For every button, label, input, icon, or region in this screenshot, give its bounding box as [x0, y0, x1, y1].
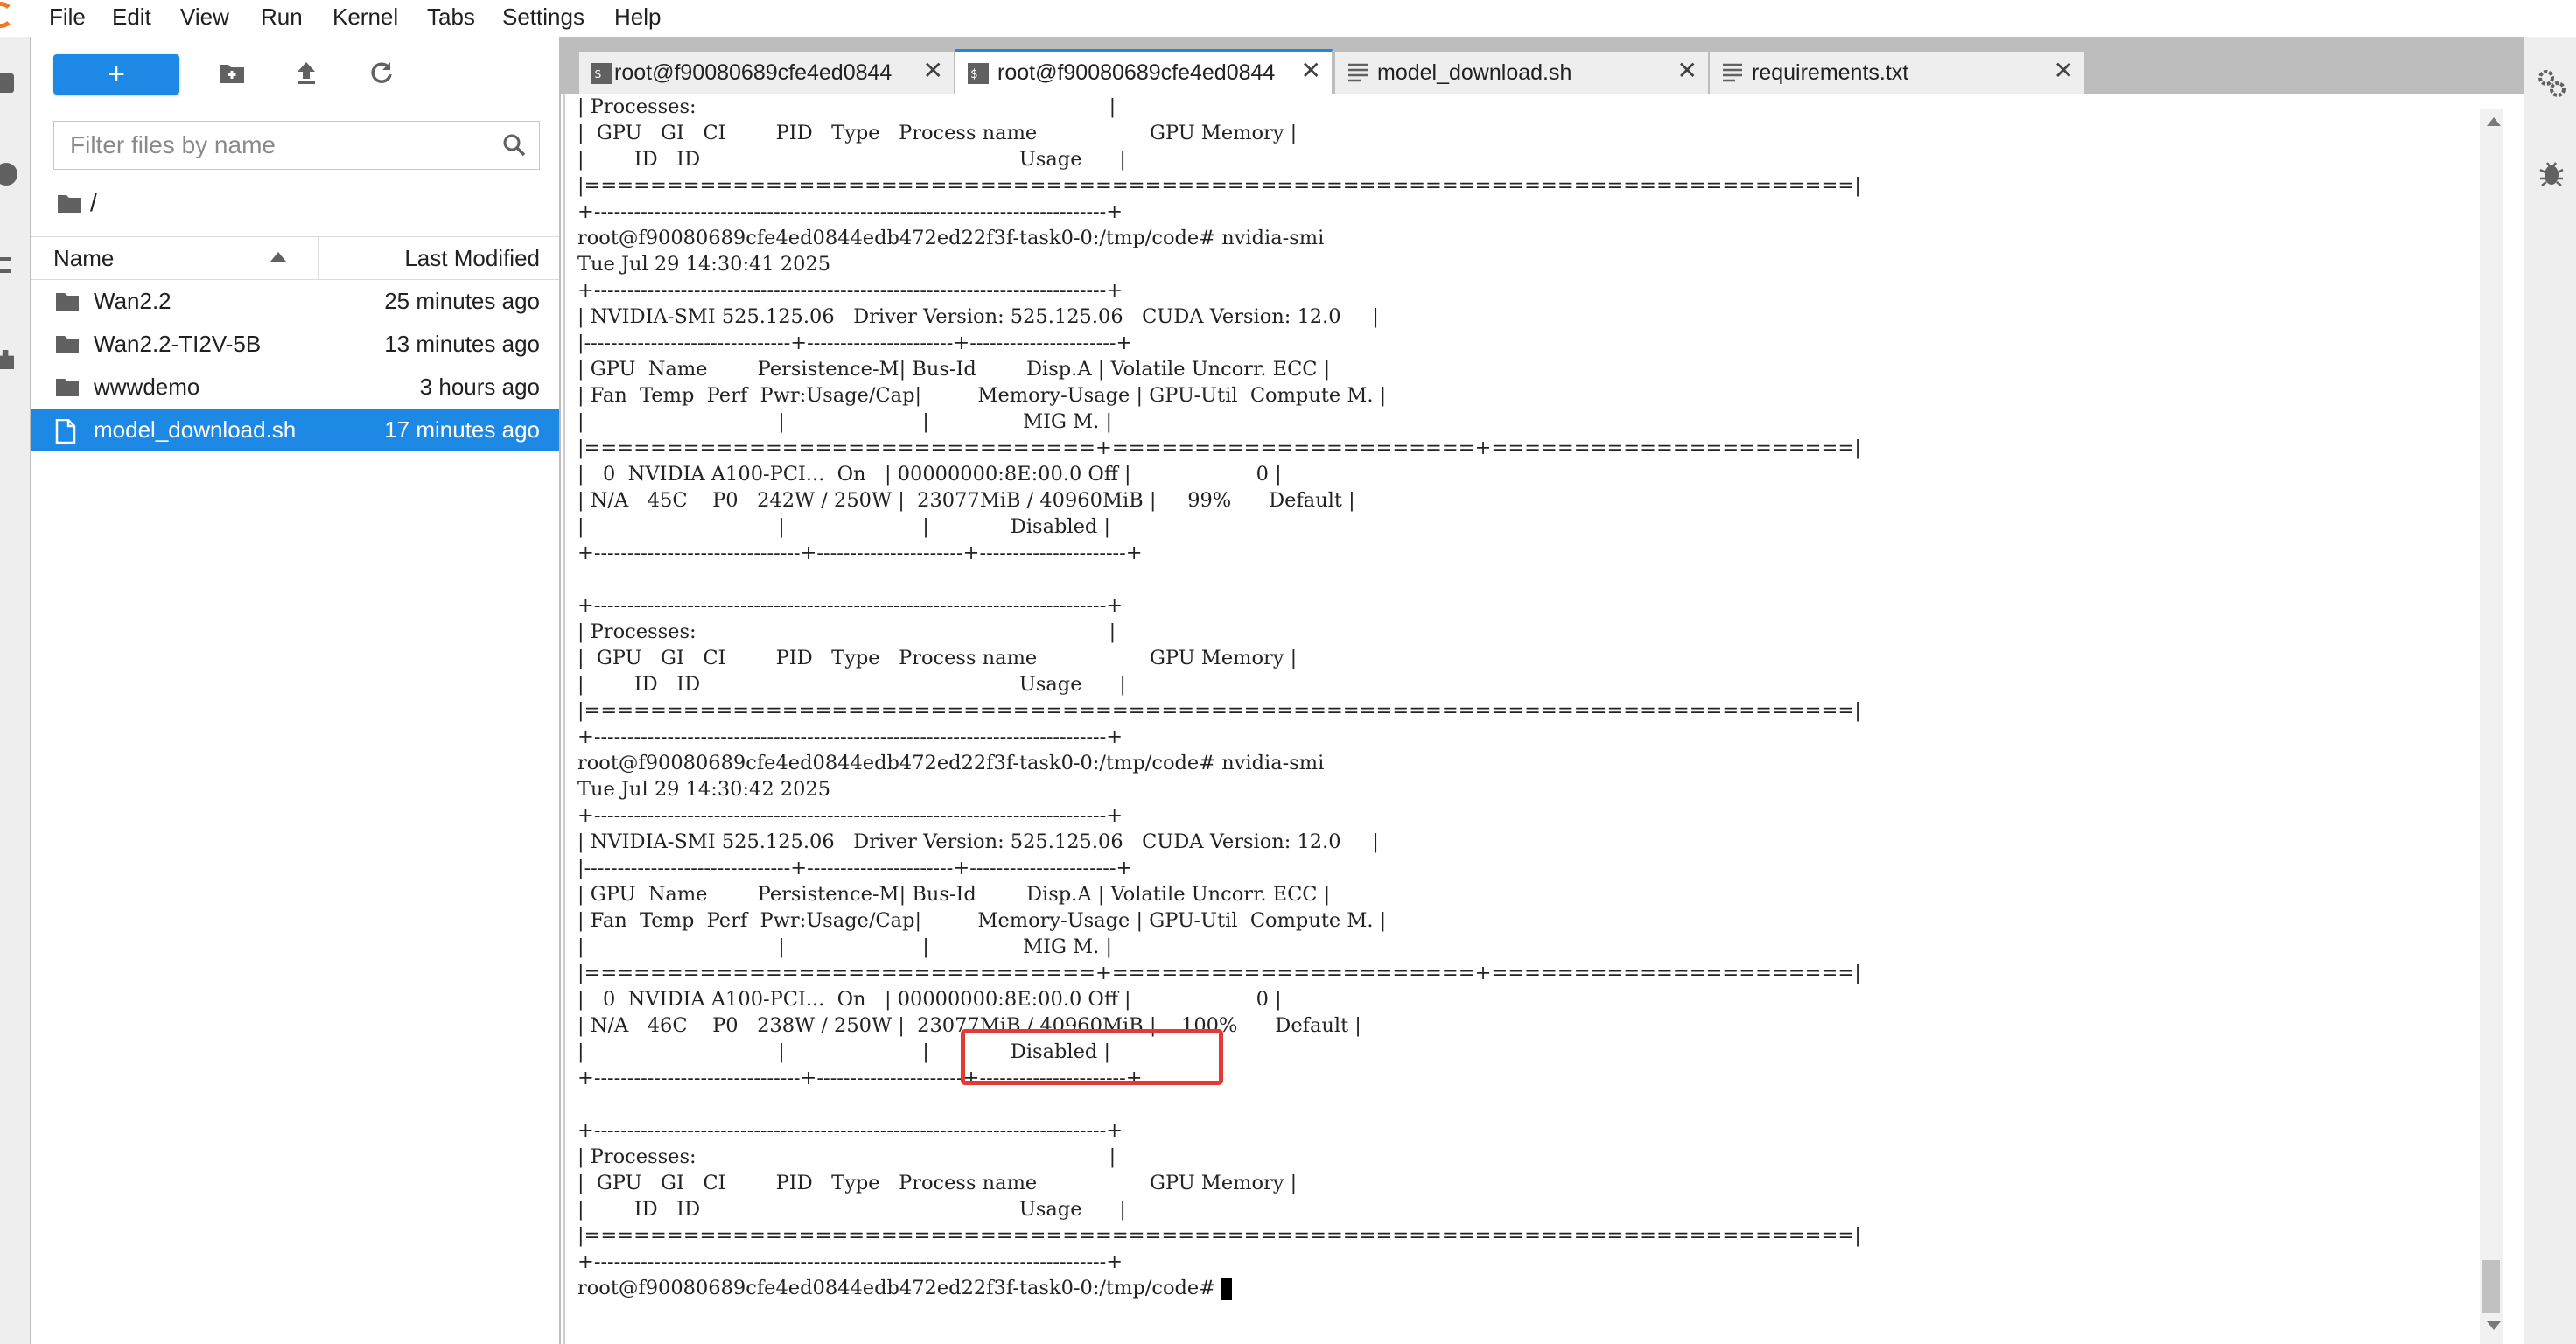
- tab-label: root@f90080689cfe4ed0844: [998, 60, 1276, 85]
- table-of-contents-icon[interactable]: [0, 257, 10, 273]
- scroll-up-arrow-icon[interactable]: [2487, 117, 2501, 126]
- close-tab-icon[interactable]: ✕: [923, 59, 943, 83]
- menu-help[interactable]: Help: [614, 4, 661, 31]
- file-browser-panel: + / Name Last Modified: [31, 37, 561, 1344]
- menu-settings[interactable]: Settings: [502, 4, 584, 31]
- refresh-button[interactable]: [364, 55, 399, 90]
- search-icon: [503, 134, 526, 157]
- memory-usage-highlight-box: [961, 1029, 1223, 1085]
- breadcrumb-root[interactable]: /: [90, 189, 97, 217]
- terminal-icon: $_: [592, 63, 612, 84]
- close-tab-icon[interactable]: ✕: [2054, 59, 2074, 83]
- new-launcher-button[interactable]: +: [53, 54, 179, 94]
- terminal-scrollbar[interactable]: [2480, 108, 2502, 1344]
- file-modified: 25 minutes ago: [384, 288, 540, 314]
- file-modified: 3 hours ago: [419, 374, 540, 400]
- terminal-lines: | Processes: | | GPU GI CI PID Type Proc…: [578, 95, 1861, 1273]
- upload-button[interactable]: [289, 55, 324, 90]
- filter-box: [53, 121, 540, 170]
- tab-label: model_download.sh: [1377, 60, 1572, 85]
- svg-text:$_: $_: [970, 67, 985, 81]
- right-sidebar: [2524, 37, 2576, 1344]
- home-folder-icon[interactable]: [57, 192, 81, 214]
- sort-ascending-icon: [270, 252, 286, 262]
- tab-label: requirements.txt: [1752, 60, 1909, 85]
- tab-label: root@f90080689cfe4ed0844: [614, 60, 892, 85]
- file-modified: 17 minutes ago: [384, 416, 540, 443]
- svg-text:$_: $_: [594, 67, 609, 81]
- file-row-wan2-2-ti2v-5b[interactable]: Wan2.2-TI2V-5B 13 minutes ago: [31, 323, 559, 366]
- tab-model-download-sh[interactable]: model_download.sh ✕: [1334, 51, 1709, 94]
- menu-view[interactable]: View: [180, 4, 229, 31]
- menu-run[interactable]: Run: [261, 4, 303, 31]
- terminal-panel[interactable]: | Processes: | | GPU GI CI PID Type Proc…: [563, 94, 2488, 1344]
- folder-icon: [56, 293, 79, 311]
- file-icon: [55, 419, 76, 444]
- file-modified: 13 minutes ago: [384, 331, 540, 357]
- close-tab-icon[interactable]: ✕: [1301, 59, 1321, 83]
- new-folder-icon: [220, 65, 244, 83]
- filter-files-input[interactable]: [54, 122, 474, 169]
- tab-bar: $_ root@f90080689cfe4ed0844 ✕ $_ root@f9…: [561, 37, 2524, 94]
- jupyter-logo-icon: [0, 2, 14, 28]
- file-name: Wan2.2-TI2V-5B: [94, 331, 262, 357]
- text-file-icon: [1348, 63, 1368, 82]
- terminal-icon: $_: [968, 63, 989, 84]
- file-row-wan2-2[interactable]: Wan2.2 25 minutes ago: [31, 280, 559, 323]
- folder-icon: [56, 336, 79, 354]
- file-row-model-download-sh[interactable]: model_download.sh 17 minutes ago: [31, 409, 559, 452]
- upload-icon: [298, 62, 315, 84]
- debugger-bug-icon[interactable]: [2538, 159, 2565, 187]
- folder-icon: [56, 379, 79, 396]
- menu-file[interactable]: File: [49, 4, 86, 31]
- menu-edit[interactable]: Edit: [112, 4, 151, 31]
- scroll-thumb[interactable]: [2482, 1260, 2500, 1312]
- scroll-down-arrow-icon[interactable]: [2487, 1321, 2501, 1330]
- menu-bar: File Edit View Run Kernel Tabs Settings …: [0, 0, 2576, 37]
- file-name: wwwdemo: [94, 374, 200, 400]
- file-list-header: Name Last Modified: [31, 236, 559, 280]
- tab-terminal-2[interactable]: $_ root@f90080689cfe4ed0844 ✕: [955, 49, 1333, 94]
- close-tab-icon[interactable]: ✕: [1677, 59, 1698, 83]
- folder-icon[interactable]: [0, 74, 14, 93]
- tab-requirements-txt[interactable]: requirements.txt ✕: [1709, 51, 2085, 94]
- text-file-icon: [1723, 63, 1742, 82]
- tab-terminal-1[interactable]: $_ root@f90080689cfe4ed0844 ✕: [578, 51, 955, 94]
- menu-kernel[interactable]: Kernel: [332, 4, 398, 31]
- file-row-wwwdemo[interactable]: wwwdemo 3 hours ago: [31, 366, 559, 409]
- running-sessions-icon[interactable]: [0, 163, 18, 186]
- new-folder-button[interactable]: [214, 55, 249, 90]
- refresh-icon: [371, 62, 392, 83]
- menu-tabs[interactable]: Tabs: [427, 4, 475, 31]
- breadcrumb: /: [57, 186, 97, 220]
- left-activity-bar: [0, 37, 31, 1344]
- file-name: Wan2.2: [94, 288, 172, 314]
- extension-puzzle-icon[interactable]: [0, 350, 14, 369]
- terminal-prompt: root@f90080689cfe4ed0844edb472ed22f3f-ta…: [578, 1277, 1222, 1299]
- terminal-output: | Processes: | | GPU GI CI PID Type Proc…: [578, 94, 1861, 1301]
- terminal-cursor: [1222, 1278, 1233, 1300]
- property-inspector-gears-icon[interactable]: [2537, 68, 2566, 98]
- file-name: model_download.sh: [94, 416, 297, 443]
- column-header-last-modified[interactable]: Last Modified: [318, 237, 559, 279]
